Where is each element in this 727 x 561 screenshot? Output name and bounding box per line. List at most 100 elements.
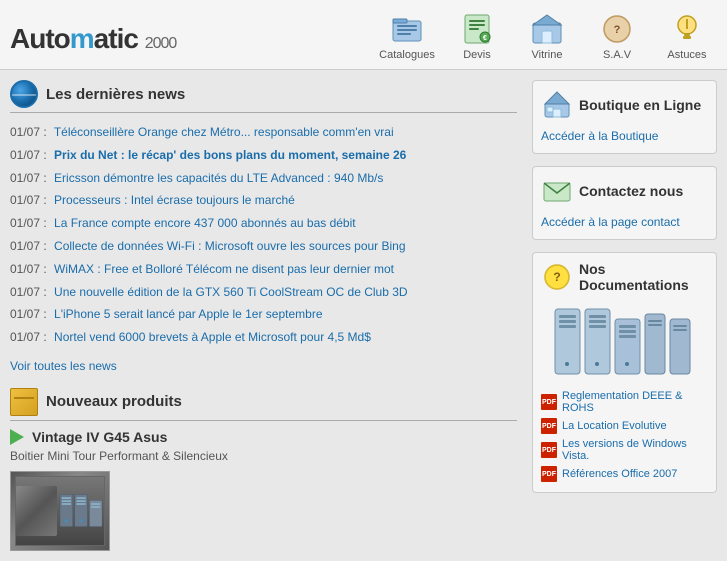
produits-section: Nouveaux produits Vintage IV G45 Asus Bo… — [10, 388, 517, 551]
header: Automatic 2000 Catalogues — [0, 0, 727, 70]
pdf-icon: PDF — [541, 442, 557, 458]
news-section-header: Les dernières news — [10, 80, 517, 113]
nav-catalogues[interactable]: Catalogues — [377, 11, 437, 61]
docs-section: ? Nos Documentations — [532, 252, 717, 493]
list-item: 01/07 : Téléconseillère Orange chez Métr… — [10, 121, 517, 144]
produits-section-header: Nouveaux produits — [10, 388, 517, 421]
news-link[interactable]: L'iPhone 5 serait lancé par Apple le 1er… — [54, 307, 322, 321]
news-link[interactable]: Ericsson démontre les capacités du LTE A… — [54, 171, 383, 185]
doc-item: PDF La Location Evolutive — [541, 416, 708, 436]
devis-icon: € — [459, 11, 495, 47]
contact-section-header: Contactez nous — [541, 175, 708, 207]
news-date: 01/07 : — [10, 216, 47, 230]
news-date: 01/07 : — [10, 193, 47, 207]
right-column: Boutique en Ligne Accéder à la Boutique … — [532, 80, 717, 551]
nav-catalogues-label: Catalogues — [379, 49, 435, 61]
list-item: 01/07 : Nortel vend 6000 brevets à Apple… — [10, 326, 517, 349]
logo-area: Automatic 2000 — [10, 23, 230, 55]
product-name: Vintage IV G45 Asus — [10, 429, 517, 445]
news-link[interactable]: La France compte encore 437 000 abonnés … — [54, 216, 356, 230]
news-link[interactable]: Une nouvelle édition de la GTX 560 Ti Co… — [54, 285, 408, 299]
nav-vitrine[interactable]: Vitrine — [517, 11, 577, 61]
boutique-icon — [541, 89, 573, 121]
news-link[interactable]: WiMAX : Free et Bolloré Télécom ne disen… — [54, 262, 394, 276]
list-item: 01/07 : Collecte de données Wi-Fi : Micr… — [10, 235, 517, 258]
list-item: 01/07 : L'iPhone 5 serait lancé par Appl… — [10, 303, 517, 326]
contact-icon — [541, 175, 573, 207]
news-section-title: Les dernières news — [46, 86, 185, 103]
boutique-title: Boutique en Ligne — [579, 97, 701, 113]
see-all-news-link[interactable]: Voir toutes les news — [10, 359, 517, 373]
news-link[interactable]: Nortel vend 6000 brevets à Apple et Micr… — [54, 330, 371, 344]
pdf-icon: PDF — [541, 466, 557, 482]
list-item: 01/07 : Prix du Net : le récap' des bons… — [10, 144, 517, 167]
news-link[interactable]: Processeurs : Intel écrase toujours le m… — [54, 193, 295, 207]
logo-year: 2000 — [145, 35, 177, 52]
boutique-link[interactable]: Accéder à la Boutique — [541, 127, 708, 145]
news-date: 01/07 : — [10, 307, 47, 321]
doc-link-3[interactable]: Références Office 2007 — [562, 468, 677, 480]
list-item: 01/07 : La France compte encore 437 000 … — [10, 212, 517, 235]
produits-section-title: Nouveaux produits — [46, 393, 182, 410]
svg-text:?: ? — [614, 24, 621, 36]
boutique-section-header: Boutique en Ligne — [541, 89, 708, 121]
docs-section-header: ? Nos Documentations — [541, 261, 708, 293]
svg-text:?: ? — [553, 270, 560, 284]
main-content: Les dernières news 01/07 : Téléconseillè… — [0, 70, 727, 561]
news-link-bold[interactable]: Prix du Net : le récap' des bons plans d… — [54, 148, 406, 162]
doc-link-2[interactable]: Les versions de Windows Vista. — [562, 438, 708, 462]
news-list: 01/07 : Téléconseillère Orange chez Métr… — [10, 121, 517, 349]
news-date: 01/07 : — [10, 125, 47, 139]
doc-link-0[interactable]: Reglementation DEEE & ROHS — [562, 390, 708, 414]
news-link[interactable]: Téléconseillère Orange chez Métro... res… — [54, 125, 394, 139]
docs-title: Nos Documentations — [579, 261, 708, 293]
contact-section: Contactez nous Accéder à la page contact — [532, 166, 717, 240]
list-item: 01/07 : WiMAX : Free et Bolloré Télécom … — [10, 258, 517, 281]
nav-devis[interactable]: € Devis — [447, 11, 507, 61]
product-arrow-icon — [10, 429, 24, 445]
catalogue-icon — [389, 11, 425, 47]
news-date: 01/07 : — [10, 285, 47, 299]
news-date: 01/07 : — [10, 262, 47, 276]
list-item: 01/07 : Une nouvelle édition de la GTX 5… — [10, 281, 517, 304]
news-date: 01/07 : — [10, 330, 47, 344]
logo-atic: atic — [94, 23, 138, 54]
svg-text:€: € — [483, 35, 487, 42]
nav-sav-label: S.A.V — [603, 49, 631, 61]
package-icon — [10, 388, 38, 416]
astuces-icon — [669, 11, 705, 47]
news-globe-icon — [10, 80, 38, 108]
product-desc: Boitier Mini Tour Performant & Silencieu… — [10, 449, 517, 463]
docs-server-image — [541, 299, 708, 382]
news-date: 01/07 : — [10, 148, 47, 162]
sav-icon: ? — [599, 11, 635, 47]
nav-sav[interactable]: ? S.A.V — [587, 11, 647, 61]
doc-item: PDF Références Office 2007 — [541, 464, 708, 484]
nav-devis-label: Devis — [463, 49, 491, 61]
boutique-section: Boutique en Ligne Accéder à la Boutique — [532, 80, 717, 154]
logo-m: m — [70, 23, 94, 54]
nav-vitrine-label: Vitrine — [532, 49, 563, 61]
nav-astuces-label: Astuces — [667, 49, 706, 61]
news-link[interactable]: Collecte de données Wi-Fi : Microsoft ou… — [54, 239, 406, 253]
logo-text: Automatic 2000 — [10, 23, 176, 54]
doc-item: PDF Les versions de Windows Vista. — [541, 436, 708, 464]
list-item: 01/07 : Ericsson démontre les capacités … — [10, 167, 517, 190]
product-image — [10, 471, 110, 551]
pdf-icon: PDF — [541, 418, 557, 434]
docs-icon: ? — [541, 261, 573, 293]
pdf-icon: PDF — [541, 394, 557, 410]
nav-astuces[interactable]: Astuces — [657, 11, 717, 61]
list-item: 01/07 : Processeurs : Intel écrase toujo… — [10, 189, 517, 212]
logo-auto: Auto — [10, 23, 70, 54]
contact-title: Contactez nous — [579, 183, 683, 199]
doc-item: PDF Reglementation DEEE & ROHS — [541, 388, 708, 416]
news-date: 01/07 : — [10, 239, 47, 253]
doc-link-1[interactable]: La Location Evolutive — [562, 420, 667, 432]
nav-area: Catalogues € Devis — [230, 11, 717, 66]
news-date: 01/07 : — [10, 171, 47, 185]
contact-link[interactable]: Accéder à la page contact — [541, 213, 708, 231]
product-image-inner — [15, 476, 105, 546]
left-column: Les dernières news 01/07 : Téléconseillè… — [10, 80, 517, 551]
product-name-text: Vintage IV G45 Asus — [32, 429, 167, 445]
